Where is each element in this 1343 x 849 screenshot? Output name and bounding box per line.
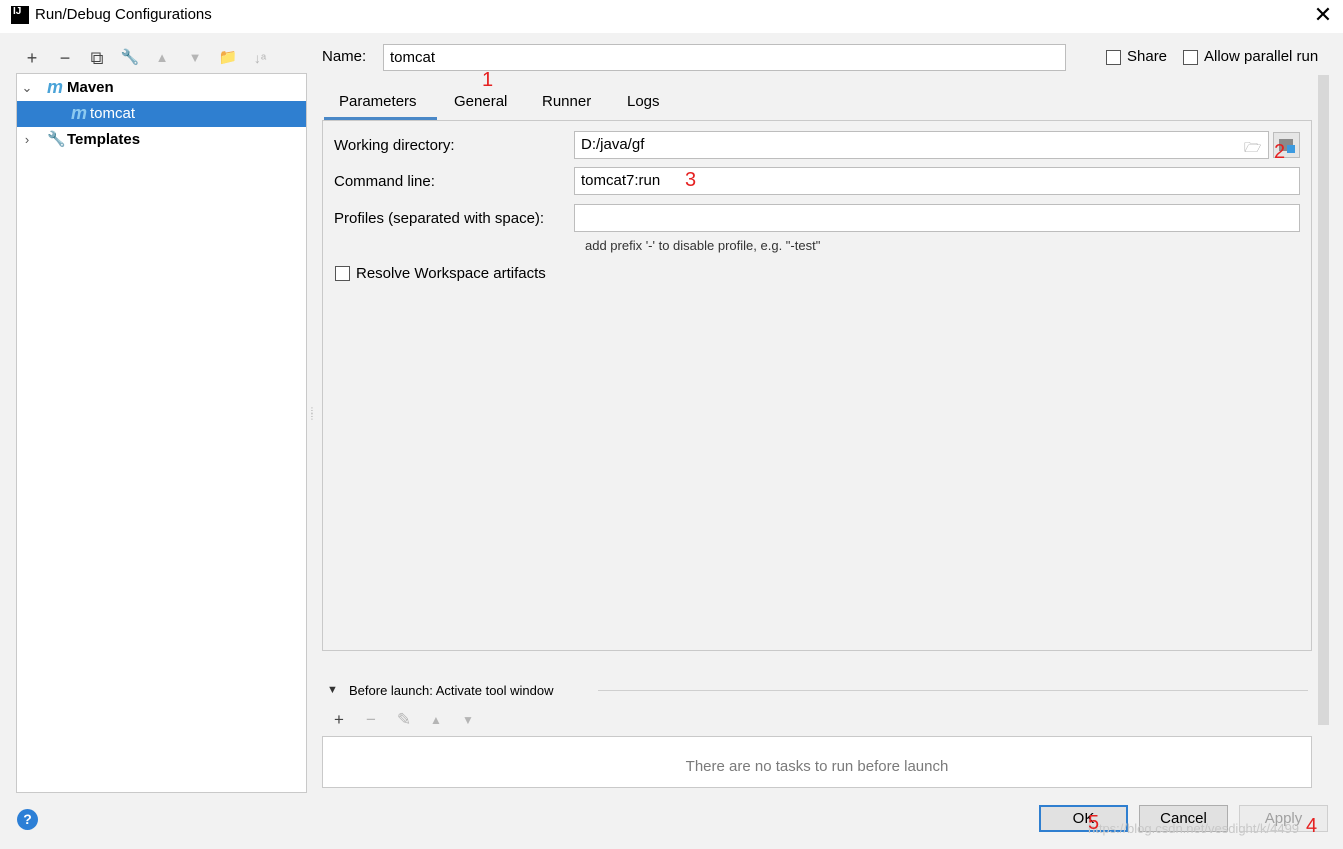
sort-icon[interactable]: ↓ᵃ bbox=[249, 47, 271, 69]
tree-node-templates[interactable]: › 🔧 Templates bbox=[17, 127, 306, 153]
parameters-panel bbox=[322, 120, 1312, 651]
remove-config-button[interactable]: − bbox=[54, 47, 76, 69]
splitter-handle[interactable]: ⋮ ⋮ bbox=[308, 407, 316, 426]
add-config-button[interactable]: + bbox=[21, 47, 43, 69]
close-icon[interactable]: ✕ bbox=[1310, 2, 1336, 28]
working-directory-input[interactable]: D:/java/gf bbox=[574, 131, 1269, 159]
tree-label-maven: Maven bbox=[67, 79, 114, 96]
add-task-button[interactable]: + bbox=[329, 710, 349, 730]
move-task-up-button[interactable]: ▲ bbox=[426, 710, 446, 730]
move-task-down-button[interactable]: ▼ bbox=[458, 710, 478, 730]
wrench-icon[interactable]: 🔧 bbox=[119, 47, 141, 69]
resolve-workspace-checkbox[interactable] bbox=[335, 266, 350, 281]
name-label: Name: bbox=[322, 48, 367, 65]
maven-icon: m bbox=[71, 103, 88, 123]
move-up-button[interactable]: ▲ bbox=[151, 47, 173, 69]
allow-parallel-run-label: Allow parallel run bbox=[1204, 48, 1319, 65]
tree-node-maven[interactable]: ⌄ m Maven bbox=[17, 75, 306, 101]
tab-logs[interactable]: Logs bbox=[627, 93, 660, 110]
profiles-hint: add prefix '-' to disable profile, e.g. … bbox=[585, 238, 821, 253]
profiles-input[interactable] bbox=[574, 204, 1300, 232]
annotation-4: 4 bbox=[1306, 815, 1318, 837]
annotation-2: 2 bbox=[1274, 141, 1286, 163]
chevron-down-icon[interactable]: ⌄ bbox=[20, 75, 34, 101]
annotation-5: 5 bbox=[1088, 812, 1100, 834]
annotation-3: 3 bbox=[685, 169, 697, 191]
working-directory-label: Working directory: bbox=[334, 137, 455, 154]
copy-config-button[interactable]: ⧉ bbox=[86, 47, 108, 69]
before-launch-title: Before launch: Activate tool window bbox=[349, 683, 554, 698]
tab-parameters[interactable]: Parameters bbox=[339, 93, 417, 110]
edit-task-button[interactable]: ✎ bbox=[394, 710, 414, 730]
annotation-1: 1 bbox=[482, 69, 494, 91]
resolve-workspace-label: Resolve Workspace artifacts bbox=[356, 265, 546, 282]
folder-icon[interactable]: 📁 bbox=[217, 47, 239, 69]
watermark: https://blog.csdn.net/vesdight/k/4499 bbox=[1088, 821, 1300, 836]
tree-label-tomcat: tomcat bbox=[90, 105, 136, 122]
command-line-input[interactable]: tomcat7:run bbox=[574, 167, 1300, 195]
folder-open-icon[interactable]: 🗁 bbox=[1244, 137, 1264, 155]
config-tree: ⌄ m Maven m tomcat › 🔧 Templates bbox=[16, 73, 307, 793]
tab-runner[interactable]: Runner bbox=[542, 93, 591, 110]
tab-general[interactable]: General bbox=[454, 93, 507, 110]
share-checkbox[interactable] bbox=[1106, 50, 1121, 65]
window-title: Run/Debug Configurations bbox=[35, 6, 212, 23]
tree-node-tomcat[interactable]: m tomcat bbox=[17, 101, 306, 127]
scrollbar[interactable] bbox=[1318, 75, 1329, 725]
empty-tasks-message: There are no tasks to run before launch bbox=[685, 758, 949, 775]
intellij-app-icon: IJ bbox=[11, 6, 29, 24]
allow-parallel-run-checkbox[interactable] bbox=[1183, 50, 1198, 65]
remove-task-button[interactable]: − bbox=[361, 710, 381, 730]
move-down-button[interactable]: ▼ bbox=[184, 47, 206, 69]
maven-icon: m bbox=[47, 77, 64, 97]
share-label: Share bbox=[1127, 48, 1168, 65]
profiles-label: Profiles (separated with space): bbox=[334, 210, 545, 227]
help-button[interactable]: ? bbox=[17, 809, 38, 830]
chevron-right-icon[interactable]: › bbox=[20, 127, 34, 153]
command-line-label: Command line: bbox=[334, 173, 435, 190]
tree-label-templates: Templates bbox=[67, 131, 141, 148]
name-input[interactable]: tomcat bbox=[383, 44, 1066, 71]
divider bbox=[598, 690, 1308, 691]
collapse-triangle-icon[interactable]: ▼ bbox=[327, 684, 338, 696]
wrench-icon: 🔧 bbox=[47, 131, 66, 148]
